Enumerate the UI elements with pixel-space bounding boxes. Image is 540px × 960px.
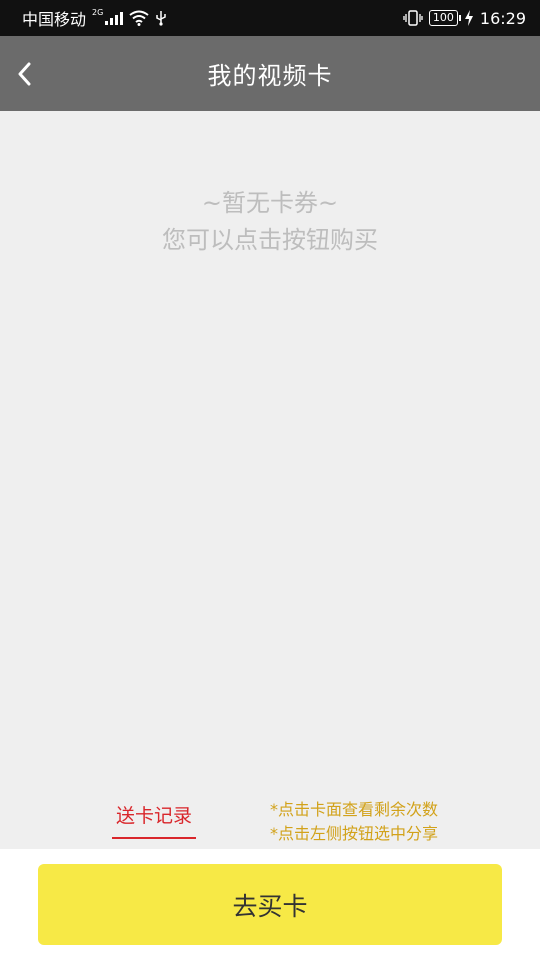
title-bar: 我的视频卡 [0,36,540,111]
carrier-name: 中国移动 [22,10,87,29]
send-card-record-link[interactable]: 送卡记录 [112,801,196,841]
chevron-left-icon [18,62,31,86]
network-type: 2G [92,7,104,17]
clock: 16:29 [479,8,526,28]
hint-remaining-count: *点击卡面查看剩余次数 [270,800,439,819]
back-button[interactable] [4,54,44,94]
empty-state-title: ~暂无卡券~ [201,189,339,217]
empty-state: ~暂无卡券~ 您可以点击按钮购买 [0,185,540,259]
charging-icon [464,10,473,26]
page-title: 我的视频卡 [207,62,333,90]
usb-icon [156,11,167,26]
send-card-record-label: 送卡记录 [115,805,192,827]
wifi-icon [129,10,149,26]
battery-icon: 100 [428,10,461,26]
hint-share: *点击左侧按钮选中分享 [270,824,439,843]
screen: 中国移动 2G 100 16:29 我的视频卡 ~暂无卡券~ 您可以点击按钮购买… [0,0,540,960]
buy-card-button[interactable]: 去买卡 [38,864,502,945]
status-right: 100 16:29 [403,9,526,28]
status-left: 中国移动 2G [22,6,167,30]
record-underline [112,837,196,839]
empty-state-hint: 您可以点击按钮购买 [162,226,378,254]
status-bar: 中国移动 2G 100 16:29 [0,0,540,36]
hints: *点击卡面查看剩余次数 *点击左侧按钮选中分享 [270,798,438,846]
signal-icon [105,11,124,25]
vibrate-icon [403,10,423,26]
bottom-bar: 去买卡 [0,849,540,960]
